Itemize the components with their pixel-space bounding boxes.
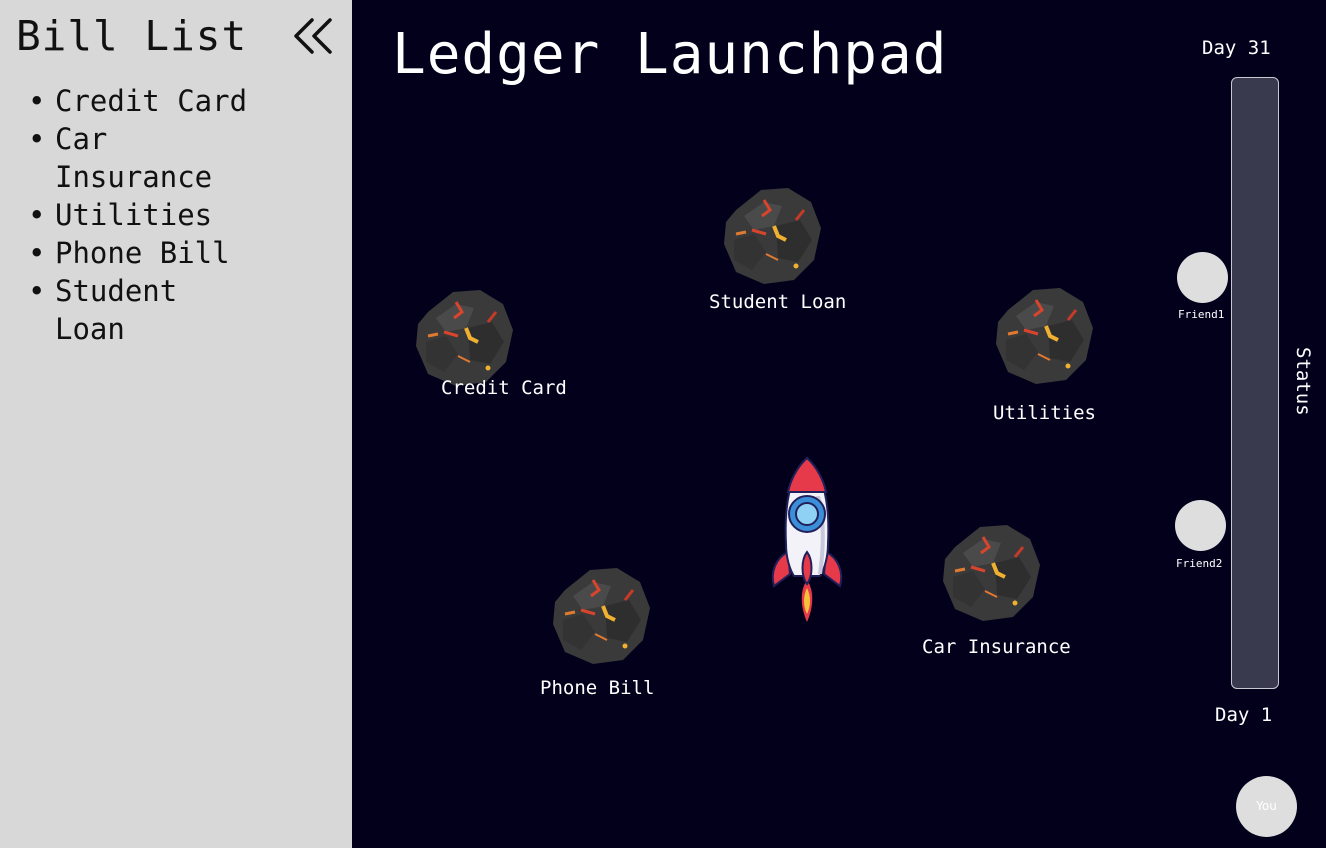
asteroid-phone-bill[interactable] bbox=[545, 560, 657, 672]
bill-list: • Credit Card • Car Insurance • Utilities •… bbox=[28, 82, 258, 348]
page-title: Ledger Launchpad bbox=[392, 22, 948, 87]
bill-list-item-label: Car Insurance bbox=[55, 122, 213, 194]
collapse-sidebar-button[interactable] bbox=[290, 14, 338, 58]
bill-list-item[interactable]: • Credit Card bbox=[28, 82, 258, 120]
status-progress-bar bbox=[1231, 77, 1279, 689]
bill-list-item[interactable]: • Utilities bbox=[28, 196, 258, 234]
sidebar: Bill List • Credit Card • Car Insurance • U… bbox=[0, 0, 352, 848]
double-chevron-left-icon bbox=[294, 18, 332, 54]
asteroid-label-phone-bill[interactable]: Phone Bill bbox=[540, 677, 654, 699]
asteroid-car-insurance[interactable] bbox=[935, 517, 1047, 629]
asteroid-utilities[interactable] bbox=[988, 280, 1100, 392]
you-avatar[interactable]: You bbox=[1236, 776, 1297, 837]
asteroid-label-student-loan[interactable]: Student Loan bbox=[709, 291, 846, 313]
friend1-avatar[interactable] bbox=[1177, 252, 1228, 303]
friend2-label: Friend2 bbox=[1176, 557, 1223, 570]
friend1-label: Friend1 bbox=[1178, 308, 1225, 321]
bill-list-item-label: Phone Bill bbox=[55, 236, 230, 270]
bill-list-item[interactable]: • Phone Bill bbox=[28, 234, 258, 272]
day-bottom-label: Day 1 bbox=[1215, 704, 1273, 726]
day-top-label: Day 31 bbox=[1202, 37, 1271, 59]
bill-list-item-label: Credit Card bbox=[55, 84, 248, 118]
status-label: Status bbox=[1292, 347, 1314, 416]
asteroid-label-utilities[interactable]: Utilities bbox=[993, 402, 1096, 424]
rocket-icon[interactable] bbox=[766, 456, 848, 646]
bill-list-item[interactable]: • Car Insurance bbox=[28, 120, 258, 196]
sidebar-title: Bill List bbox=[16, 12, 248, 60]
space-canvas: Ledger Launchpad Student Loan Credit Car… bbox=[352, 0, 1326, 848]
friend2-avatar[interactable] bbox=[1175, 500, 1226, 551]
you-label: You bbox=[1256, 799, 1277, 813]
bill-list-item-label: Student Loan bbox=[55, 274, 178, 346]
asteroid-student-loan[interactable] bbox=[716, 180, 828, 292]
bill-list-item[interactable]: • Student Loan bbox=[28, 272, 258, 348]
asteroid-label-credit-card[interactable]: Credit Card bbox=[441, 377, 567, 399]
bill-list-item-label: Utilities bbox=[55, 198, 213, 232]
asteroid-label-car-insurance[interactable]: Car Insurance bbox=[922, 636, 1071, 658]
